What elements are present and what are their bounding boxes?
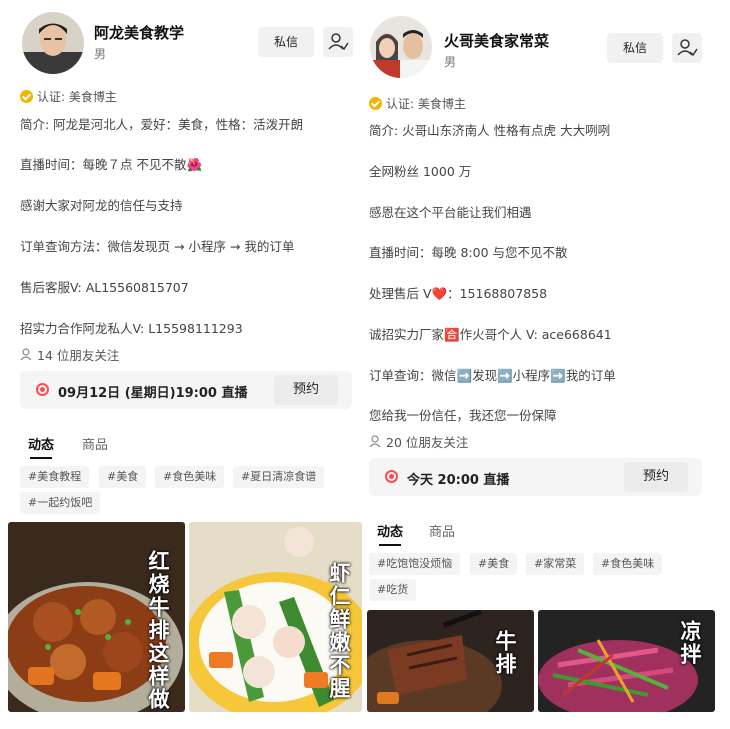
live-dot-icon <box>36 383 49 396</box>
hashtag[interactable]: #一起约饭吧 <box>20 492 101 514</box>
tab-products[interactable]: 商品 <box>82 434 108 453</box>
bio-line: 售后客服V: AL15560815707 <box>20 280 189 295</box>
bio-line: 直播时间：每晚７点 不见不散🌺 <box>20 157 203 172</box>
video-thumbnail[interactable]: 牛排 <box>367 610 534 712</box>
reserve-button[interactable]: 预约 <box>624 462 688 492</box>
hashtag[interactable]: #食色美味 <box>155 466 225 488</box>
bio-line: 感谢大家对阿龙的信任与支持 <box>20 198 183 213</box>
message-button[interactable]: 私信 <box>258 27 314 57</box>
verified-check-icon <box>369 97 382 110</box>
avatar[interactable] <box>370 16 432 78</box>
avatar[interactable] <box>22 12 84 74</box>
video-thumbnail[interactable]: 红烧牛排这样做 <box>8 522 185 712</box>
profile-header: 阿龙美食教学 男 私信 <box>0 0 362 80</box>
live-schedule-text: 09月12日 (星期日)19:00 直播 <box>58 386 248 401</box>
video-thumbnail[interactable]: 虾仁鲜嫩不腥 <box>189 522 362 712</box>
live-schedule-bar[interactable]: 今天 20:00 直播 预约 <box>369 458 702 496</box>
profile-name: 火哥美食家常菜 <box>444 32 550 50</box>
tab-posts[interactable]: 动态 <box>377 521 403 546</box>
verified-check-icon <box>20 90 33 103</box>
bio-line: 您给我一份信任，我还您一份保障 <box>369 408 557 423</box>
friends-icon <box>20 348 33 363</box>
follow-button[interactable] <box>672 33 702 63</box>
hashtag[interactable]: #夏日清凉食谱 <box>233 466 325 488</box>
follow-button[interactable] <box>323 27 353 57</box>
content-tabs: 动态 商品 <box>365 521 730 547</box>
bio-line: 处理售后 V❤️：15168807858 <box>369 286 548 301</box>
bio-line: 招实力合作阿龙私人V: L15598111293 <box>20 321 243 336</box>
avatar-photo-icon <box>22 12 84 74</box>
profile-header: 火哥美食家常菜 男 私信 <box>365 0 730 80</box>
bio-line: 诚招实力厂家🈴作火哥个人 V: ace668641 <box>369 327 612 342</box>
left-profile-panel: 阿龙美食教学 男 私信 认证: 美食博主 简介: 阿龙是河北人，爱好：美食，性格… <box>0 0 362 729</box>
verification-badge: 认证: 美食博主 <box>20 88 117 105</box>
hashtag[interactable]: #吃货 <box>369 579 417 601</box>
bio-line: 直播时间：每晚 8:00 与您不见不散 <box>369 245 568 260</box>
bio-line: 简介: 火哥山东济南人 性格有点虎 大大咧咧 <box>369 123 611 138</box>
tab-posts[interactable]: 动态 <box>28 434 54 459</box>
bio-line: 订单查询方法：微信发现页 → 小程序 → 我的订单 <box>20 239 295 254</box>
verification-text: 认证: 美食博主 <box>386 97 466 111</box>
profile-name: 阿龙美食教学 <box>94 24 185 42</box>
hashtag[interactable]: #家常菜 <box>526 553 585 575</box>
follow-person-icon <box>328 33 349 51</box>
verification-text: 认证: 美食博主 <box>37 90 117 104</box>
hashtag[interactable]: #美食 <box>99 466 147 488</box>
live-schedule-bar[interactable]: 09月12日 (星期日)19:00 直播 预约 <box>20 371 352 409</box>
follow-person-icon <box>677 39 698 57</box>
message-button[interactable]: 私信 <box>607 33 663 63</box>
reserve-button[interactable]: 预约 <box>274 375 338 405</box>
bio-line: 简介: 阿龙是河北人，爱好：美食，性格：活泼开朗 <box>20 117 304 132</box>
friends-following[interactable]: 14 位朋友关注 <box>20 345 119 364</box>
verification-badge: 认证: 美食博主 <box>369 95 466 112</box>
bio-line: 订单查询：微信➡️发现➡️小程序➡️我的订单 <box>369 368 616 383</box>
thumbnail-caption: 凉拌 <box>678 620 702 666</box>
content-tabs: 动态 商品 <box>0 434 362 460</box>
hashtag[interactable]: #美食教程 <box>20 466 90 488</box>
hashtag[interactable]: #美食 <box>470 553 518 575</box>
bio-line: 全网粉丝 1000 万 <box>369 164 472 179</box>
friends-count-text: 14 位朋友关注 <box>37 348 120 363</box>
thumbnail-caption: 牛排 <box>493 630 517 676</box>
thumbnail-caption: 虾仁鲜嫩不腥 <box>327 562 351 700</box>
tab-products[interactable]: 商品 <box>429 521 455 540</box>
friends-following[interactable]: 20 位朋友关注 <box>369 432 468 451</box>
right-profile-panel: 火哥美食家常菜 男 私信 认证: 美食博主 简介: 火哥山东济南人 性格有点虎 … <box>365 0 730 729</box>
hashtag[interactable]: #吃饱饱没烦恼 <box>369 553 461 575</box>
profile-gender: 男 <box>94 47 107 61</box>
live-schedule-text: 今天 20:00 直播 <box>407 473 510 488</box>
friends-count-text: 20 位朋友关注 <box>386 435 469 450</box>
friends-icon <box>369 435 382 450</box>
hashtag[interactable]: #食色美味 <box>593 553 663 575</box>
bio-line: 感恩在这个平台能让我们相遇 <box>369 205 532 220</box>
thumbnail-caption: 红烧牛排这样做 <box>146 550 170 711</box>
video-thumbnail[interactable]: 凉拌 <box>538 610 715 712</box>
avatar-photo-icon <box>370 16 432 78</box>
profile-gender: 男 <box>444 55 457 69</box>
live-dot-icon <box>385 470 398 483</box>
